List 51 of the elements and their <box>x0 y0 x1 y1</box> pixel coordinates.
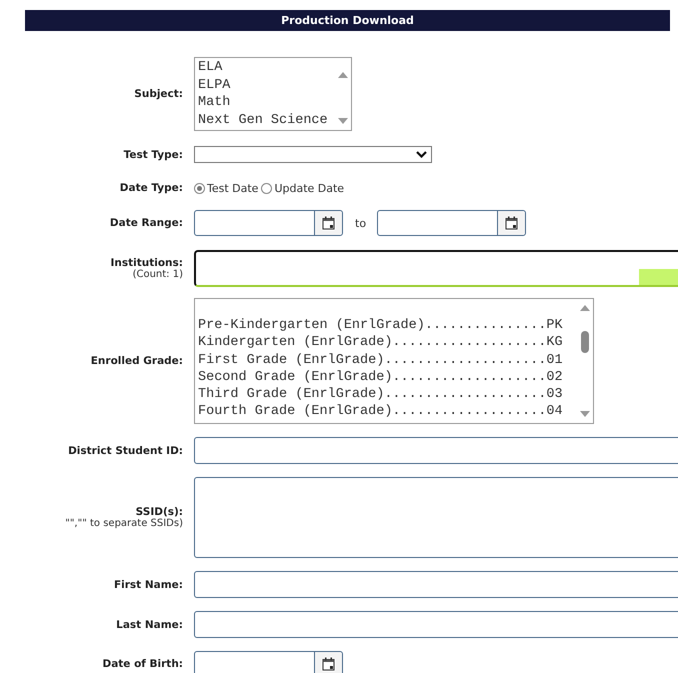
text-field[interactable] <box>194 611 678 638</box>
list-option[interactable]: ELA <box>198 59 335 76</box>
list-option[interactable]: Math <box>198 94 335 112</box>
scroll-up-icon[interactable] <box>338 72 348 78</box>
calendar-icon <box>322 216 335 230</box>
start-date-field[interactable] <box>194 210 343 236</box>
calendar-icon <box>322 657 335 671</box>
field-label: Date Type: <box>120 182 183 194</box>
field-label: SSID(s): <box>136 506 183 518</box>
calendar-button[interactable] <box>497 211 526 235</box>
scroll-down-icon[interactable] <box>338 118 348 124</box>
list-option[interactable]: ELPA <box>198 76 335 94</box>
list-option[interactable]: Third Grade (EnrlGrade)....................03 <box>198 386 577 404</box>
list-option[interactable]: Second Grade (EnrlGrade)...................02 <box>198 368 577 386</box>
field-note: (Count: 1) <box>132 269 183 280</box>
highlight-marker <box>639 269 678 285</box>
ssid-textarea[interactable] <box>194 477 678 558</box>
text-field[interactable] <box>194 571 678 598</box>
radio-option[interactable]: Test Date <box>194 182 258 194</box>
end-date-field[interactable] <box>377 210 526 236</box>
list-option[interactable]: First Grade (EnrlGrade)....................01 <box>198 352 577 369</box>
scrollbar-thumb[interactable] <box>581 331 589 353</box>
field-label: Last Name: <box>116 618 183 630</box>
chevron-down-icon <box>416 151 427 158</box>
list-option[interactable]: Next Gen Science <box>198 112 335 129</box>
subject-listbox[interactable]: ELA ELPA Math Next Gen Science <box>194 57 352 131</box>
calendar-button[interactable] <box>314 211 342 235</box>
field-label: Enrolled Grade: <box>90 355 183 367</box>
range-separator: to <box>355 216 366 230</box>
scroll-down-icon[interactable] <box>580 411 590 417</box>
calendar-icon <box>505 216 518 230</box>
calendar-button[interactable] <box>314 652 342 673</box>
institutions-field[interactable] <box>194 250 678 287</box>
scroll-up-icon[interactable] <box>580 305 590 311</box>
grade-listbox[interactable] <box>194 298 594 424</box>
list-option[interactable]: Fourth Grade (EnrlGrade)...................04 <box>198 403 577 421</box>
field-label: Test Type: <box>124 148 183 160</box>
test-type-select[interactable] <box>194 146 432 163</box>
list-option[interactable]: Pre-Kindergarten (EnrlGrade)...............PK <box>198 317 577 334</box>
field-label: First Name: <box>114 578 183 590</box>
field-label: District Student ID: <box>68 444 183 456</box>
list-option[interactable]: Kindergarten (EnrlGrade)...................KG <box>198 334 577 352</box>
page-header: Production Download <box>25 10 670 31</box>
birth-date-field[interactable] <box>194 651 343 673</box>
field-note: "","" to separate SSIDs) <box>65 518 183 529</box>
text-field[interactable] <box>194 437 678 464</box>
field-label: Date Range: <box>110 217 183 229</box>
field-label: Subject: <box>134 88 183 100</box>
radio-option[interactable]: Update Date <box>261 182 344 194</box>
field-label: Institutions: <box>110 257 183 269</box>
field-label: Date of Birth: <box>102 658 183 670</box>
